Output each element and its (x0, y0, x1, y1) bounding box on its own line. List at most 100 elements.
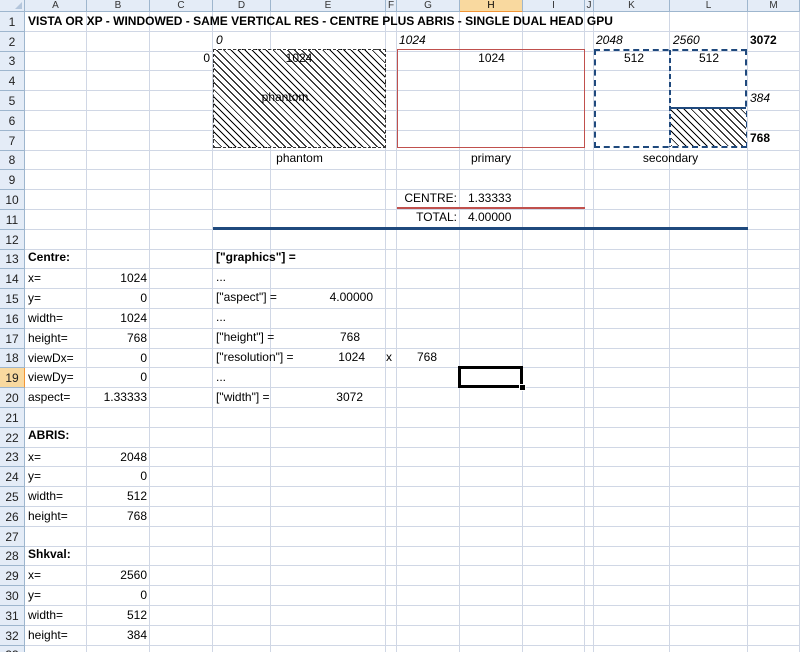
shkval-field-value[interactable]: 384 (87, 626, 150, 645)
primary-label[interactable]: primary (397, 149, 585, 168)
graphics-resolution-height[interactable]: 768 (398, 348, 440, 367)
row-header-25[interactable]: 25 (0, 487, 25, 507)
row-header-19[interactable]: 19 (0, 368, 25, 388)
column-header-g[interactable]: G (397, 0, 460, 12)
abris-field-label[interactable]: height= (26, 507, 68, 526)
row-header-13[interactable]: 13 (0, 250, 25, 269)
shkval-field-label[interactable]: x= (26, 566, 41, 585)
column-header-i[interactable]: I (523, 0, 585, 12)
column-header-j[interactable]: J (585, 0, 594, 12)
centre-heading[interactable]: Centre: (26, 248, 70, 267)
row-header-10[interactable]: 10 (0, 190, 25, 210)
centre-field-label[interactable]: viewDy= (26, 368, 74, 387)
row-header-21[interactable]: 21 (0, 408, 25, 428)
centre-field-label[interactable]: y= (26, 289, 41, 308)
graphics-height-value[interactable]: 768 (318, 328, 363, 347)
total-value[interactable]: 4.00000 (466, 208, 511, 227)
row-header-2[interactable]: 2 (0, 32, 25, 52)
graphics-ellipsis-2[interactable]: ... (214, 308, 226, 327)
row-header-23[interactable]: 23 (0, 448, 25, 467)
select-all-corner[interactable] (0, 0, 25, 12)
abris-field-label[interactable]: width= (26, 487, 63, 506)
fill-handle[interactable] (519, 384, 526, 391)
column-header-k[interactable]: K (594, 0, 670, 12)
centre-field-label[interactable]: aspect= (26, 388, 70, 407)
graphics-resolution-label[interactable]: ["resolution"] = (214, 348, 294, 367)
row-header-6[interactable]: 6 (0, 111, 25, 131)
shkval-field-value[interactable]: 2560 (87, 566, 150, 585)
row-header-31[interactable]: 31 (0, 606, 25, 626)
graphics-aspect-value[interactable]: 4.00000 (318, 288, 376, 307)
y-tick-384[interactable]: 384 (748, 89, 770, 108)
row-header-20[interactable]: 20 (0, 388, 25, 408)
row-header-18[interactable]: 18 (0, 349, 25, 368)
graphics-ellipsis-1[interactable]: ... (214, 268, 226, 287)
row-header-15[interactable]: 15 (0, 289, 25, 309)
row-header-14[interactable]: 14 (0, 269, 25, 289)
shkval-field-label[interactable]: y= (26, 586, 41, 605)
y-tick-0[interactable]: 0 (150, 49, 213, 68)
row-header-9[interactable]: 9 (0, 170, 25, 190)
centre-field-value[interactable]: 1024 (87, 309, 150, 328)
centre-field-value[interactable]: 1.33333 (87, 388, 150, 407)
centre-field-label[interactable]: x= (26, 269, 41, 288)
centre-field-value[interactable]: 0 (87, 368, 150, 387)
y-tick-768[interactable]: 768 (748, 129, 770, 148)
active-cell-selection[interactable] (458, 366, 523, 388)
row-header-3[interactable]: 3 (0, 52, 25, 71)
shkval-field-value[interactable]: 512 (87, 606, 150, 625)
column-header-a[interactable]: A (25, 0, 87, 12)
phantom-width-label[interactable]: 1024 (266, 49, 332, 68)
phantom-label[interactable]: phantom (213, 149, 386, 168)
row-header-28[interactable]: 28 (0, 547, 25, 566)
row-header-5[interactable]: 5 (0, 91, 25, 111)
graphics-height-label[interactable]: ["height"] = (214, 328, 274, 347)
column-header-l[interactable]: L (670, 0, 748, 12)
row-header-30[interactable]: 30 (0, 586, 25, 606)
row-header-8[interactable]: 8 (0, 151, 25, 170)
shkval-width-label[interactable]: 512 (679, 49, 739, 68)
centre-field-label[interactable]: height= (26, 329, 68, 348)
primary-width-label[interactable]: 1024 (460, 49, 523, 68)
row-header-11[interactable]: 11 (0, 210, 25, 230)
x-tick-1024[interactable]: 1024 (397, 31, 426, 50)
row-header-32[interactable]: 32 (0, 626, 25, 646)
shkval-field-label[interactable]: height= (26, 626, 68, 645)
centre-field-value[interactable]: 0 (87, 289, 150, 308)
column-header-b[interactable]: B (87, 0, 150, 12)
column-header-m[interactable]: M (748, 0, 800, 12)
column-header-h[interactable]: H (460, 0, 523, 12)
row-header-29[interactable]: 29 (0, 566, 25, 586)
spreadsheet[interactable]: ABCDEFGHIJKLM 1 2 3 4 5 6 7 8 9 10 11 12 13 14 15 16 17 1… (0, 0, 800, 652)
centre-field-label[interactable]: width= (26, 309, 63, 328)
abris-field-value[interactable]: 768 (87, 507, 150, 526)
shkval-field-value[interactable]: 0 (87, 586, 150, 605)
graphics-width-value[interactable]: 3072 (318, 388, 366, 407)
abris-width-label[interactable]: 512 (604, 49, 664, 68)
row-header-4[interactable]: 4 (0, 71, 25, 91)
graphics-resolution-width[interactable]: 1024 (318, 348, 368, 367)
x-tick-2560[interactable]: 2560 (671, 31, 700, 50)
x-tick-3072[interactable]: 3072 (748, 31, 777, 50)
graphics-aspect-label[interactable]: ["aspect"] = (214, 288, 277, 307)
x-tick-2048[interactable]: 2048 (594, 31, 623, 50)
row-header-33[interactable]: 33 (0, 646, 25, 652)
column-header-e[interactable]: E (271, 0, 386, 12)
row-header-17[interactable]: 17 (0, 329, 25, 349)
graphics-heading[interactable]: ["graphics"] = (214, 248, 296, 267)
abris-field-value[interactable]: 0 (87, 467, 150, 486)
graphics-width-label[interactable]: ["width"] = (214, 388, 270, 407)
row-header-22[interactable]: 22 (0, 428, 25, 448)
centre-field-value[interactable]: 1024 (87, 269, 150, 288)
abris-field-label[interactable]: x= (26, 448, 41, 467)
secondary-label[interactable]: secondary (594, 149, 747, 168)
row-header-12[interactable]: 12 (0, 230, 25, 250)
column-header-f[interactable]: F (386, 0, 397, 12)
x-tick-0[interactable]: 0 (214, 31, 223, 50)
centre-field-label[interactable]: viewDx= (26, 349, 74, 368)
row-header-16[interactable]: 16 (0, 309, 25, 329)
row-header-7[interactable]: 7 (0, 131, 25, 151)
abris-field-value[interactable]: 512 (87, 487, 150, 506)
centre-value[interactable]: 1.33333 (466, 189, 511, 208)
sheet-title[interactable]: VISTA OR XP - WINDOWED - SAME VERTICAL R… (26, 12, 613, 31)
